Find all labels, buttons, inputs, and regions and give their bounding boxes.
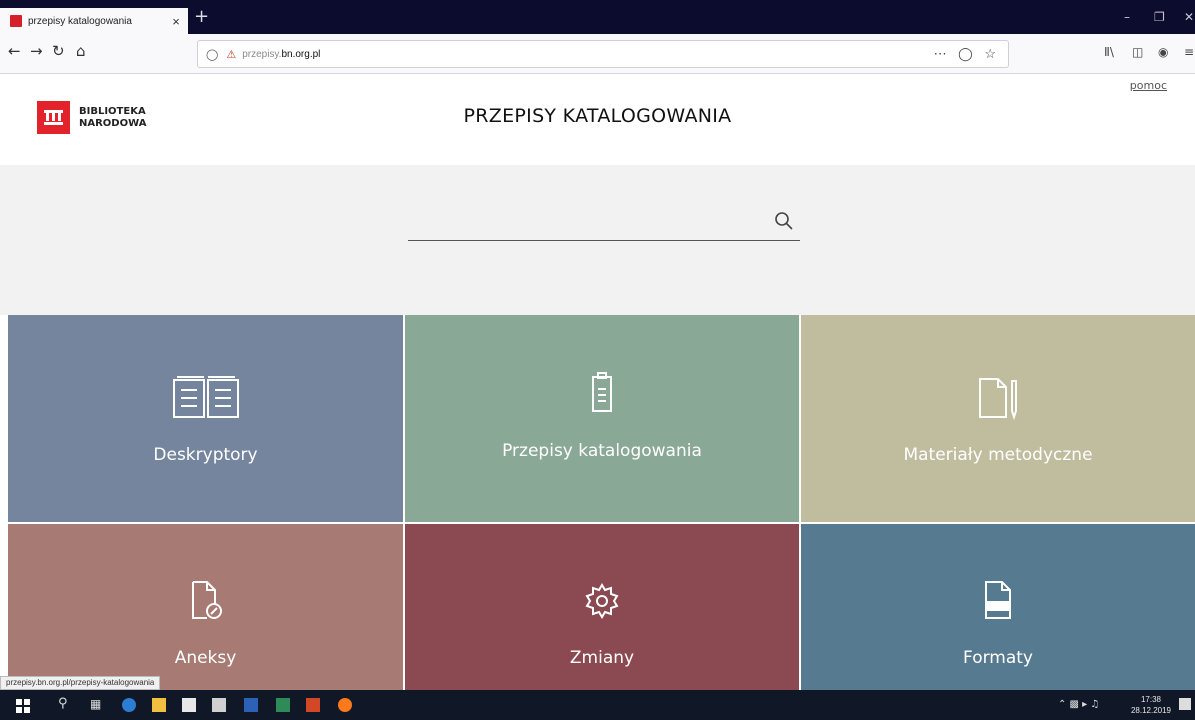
book-icon xyxy=(171,375,241,425)
url-text: przepisy.bn.org.pl xyxy=(242,49,320,60)
url-bar[interactable]: ◯ ⚠ przepisy.bn.org.pl ⋯ ◯ ☆ xyxy=(197,40,1009,68)
document-clip-icon xyxy=(189,580,223,624)
tile-label: Zmiany xyxy=(569,648,635,668)
tab-close-icon[interactable]: × xyxy=(164,14,188,29)
browser-tab-bar: przepisy katalogowania × + – ❐ ✕ xyxy=(0,0,1195,34)
library-icon[interactable]: Ⅱ\ xyxy=(1104,45,1114,59)
shield-icon[interactable]: ◯ xyxy=(206,48,218,61)
tile-deskryptory[interactable]: Deskryptory xyxy=(8,315,403,522)
windows-start-icon[interactable] xyxy=(16,698,30,713)
new-tab-button[interactable]: + xyxy=(194,6,209,27)
search-band xyxy=(0,165,1195,315)
url-prefix: przepisy. xyxy=(242,48,282,60)
minimize-icon[interactable]: – xyxy=(1124,10,1130,24)
tile-materialy-metodyczne[interactable]: Materiały metodyczne xyxy=(801,315,1195,522)
tile-label: Przepisy katalogowania xyxy=(502,441,702,461)
tile-formaty[interactable]: Formaty xyxy=(801,524,1195,690)
firefox-icon[interactable] xyxy=(338,698,352,712)
powerpoint-icon[interactable] xyxy=(306,698,320,712)
gear-icon xyxy=(583,582,621,624)
restore-icon[interactable]: ❐ xyxy=(1154,10,1165,24)
tile-label: Deskryptory xyxy=(153,445,258,465)
tray-icons[interactable]: ⌃ ▩ ▸ ♫ xyxy=(1058,699,1099,710)
search-icon[interactable] xyxy=(774,211,794,235)
file-format-icon xyxy=(983,580,1013,624)
sidebar-icon[interactable]: ◫ xyxy=(1132,45,1143,59)
forward-icon[interactable]: → xyxy=(30,42,43,60)
clock-date: 28.12.2019 xyxy=(1130,706,1171,715)
note-pen-icon xyxy=(976,375,1020,425)
back-icon[interactable]: ← xyxy=(8,42,21,60)
reload-icon[interactable]: ↻ xyxy=(52,42,65,60)
task-view-icon[interactable]: ▦ xyxy=(90,697,104,711)
word-icon[interactable] xyxy=(244,698,258,712)
menu-icon[interactable]: ≡ xyxy=(1184,45,1194,59)
tile-label: Aneksy xyxy=(174,648,237,668)
excel-icon[interactable] xyxy=(276,698,290,712)
page-actions-icon[interactable]: ⋯ ◯ ☆ xyxy=(934,46,1000,62)
tile-przepisy-katalogowania[interactable]: Przepisy katalogowania xyxy=(405,315,799,522)
browser-nav-bar: ← → ↻ ⌂ ◯ ⚠ przepisy.bn.org.pl ⋯ ◯ ☆ Ⅱ\ … xyxy=(0,34,1195,74)
search-input[interactable] xyxy=(408,205,758,239)
favicon-icon xyxy=(10,15,22,27)
search-field[interactable] xyxy=(408,205,800,241)
tile-zmiany[interactable]: Zmiany xyxy=(405,524,799,690)
clipboard-icon xyxy=(590,371,614,417)
file-explorer-icon[interactable] xyxy=(152,698,166,712)
mail-icon[interactable] xyxy=(212,698,226,712)
account-icon[interactable]: ◉ xyxy=(1158,45,1168,59)
search-icon[interactable]: ⚲ xyxy=(58,696,72,711)
page-content: BIBLIOTEKA NARODOWA pomoc PRZEPISY KATAL… xyxy=(0,75,1195,690)
edge-icon[interactable] xyxy=(122,698,136,712)
home-icon[interactable]: ⌂ xyxy=(76,42,86,60)
tile-aneksy[interactable]: Aneksy xyxy=(8,524,403,690)
clock-time: 17:38 xyxy=(1140,695,1161,704)
url-domain: bn.org.pl xyxy=(281,48,321,60)
notification-icon[interactable] xyxy=(1179,698,1191,710)
close-window-icon[interactable]: ✕ xyxy=(1184,10,1194,24)
clock[interactable]: 17:38 28.12.2019 xyxy=(1131,694,1171,716)
page-title: PRZEPISY KATALOGOWANIA xyxy=(463,105,732,127)
help-link[interactable]: pomoc xyxy=(1130,79,1167,92)
tile-label: Materiały metodyczne xyxy=(903,445,1093,465)
status-url-tooltip: przepisy.bn.org.pl/przepisy-katalogowani… xyxy=(0,676,161,690)
store-icon[interactable] xyxy=(182,698,196,712)
tab-title: przepisy katalogowania xyxy=(28,15,132,27)
tile-label: Formaty xyxy=(963,648,1033,668)
insecure-lock-icon[interactable]: ⚠ xyxy=(226,48,236,61)
windows-taskbar: ⚲ ▦ ⌃ ▩ ▸ ♫ 17:38 28.12.2019 xyxy=(0,690,1195,720)
browser-tab[interactable]: przepisy katalogowania × xyxy=(0,8,188,34)
